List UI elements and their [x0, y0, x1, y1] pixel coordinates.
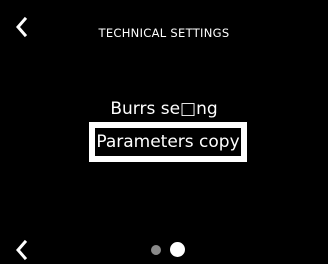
menu-item-parameters-copy[interactable]: Parameters copy — [89, 122, 247, 162]
page-dot-1[interactable] — [151, 245, 161, 255]
pagination-dots — [0, 240, 328, 260]
page-title: TECHNICAL SETTINGS — [98, 26, 230, 40]
screen: TECHNICAL SETTINGS Burrs se□ng Parameter… — [0, 0, 328, 264]
page-dot-2-active[interactable] — [170, 242, 185, 257]
menu-item-label: Parameters copy — [96, 132, 240, 152]
menu-item-burrs-setting[interactable]: Burrs se□ng — [0, 98, 328, 120]
